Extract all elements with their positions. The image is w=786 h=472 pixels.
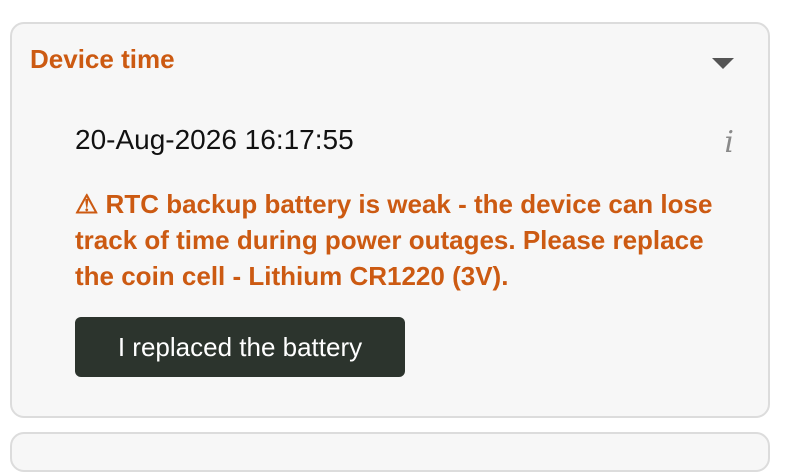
chevron-down-icon[interactable] (712, 58, 734, 69)
device-time-card: Device time 20-Aug-2026 16:17:55 i ⚠ RTC… (10, 22, 770, 418)
card-title: Device time (30, 44, 175, 74)
replaced-battery-button[interactable]: I replaced the battery (75, 317, 405, 377)
battery-warning-message: ⚠ RTC backup battery is weak - the devic… (75, 186, 745, 294)
card-header[interactable]: Device time (12, 24, 768, 96)
next-card (10, 432, 770, 472)
warning-text: RTC backup battery is weak - the device … (75, 189, 713, 291)
warning-triangle-icon: ⚠ (75, 189, 99, 219)
info-icon[interactable]: i (724, 128, 734, 158)
current-device-time: 20-Aug-2026 16:17:55 (75, 124, 354, 155)
